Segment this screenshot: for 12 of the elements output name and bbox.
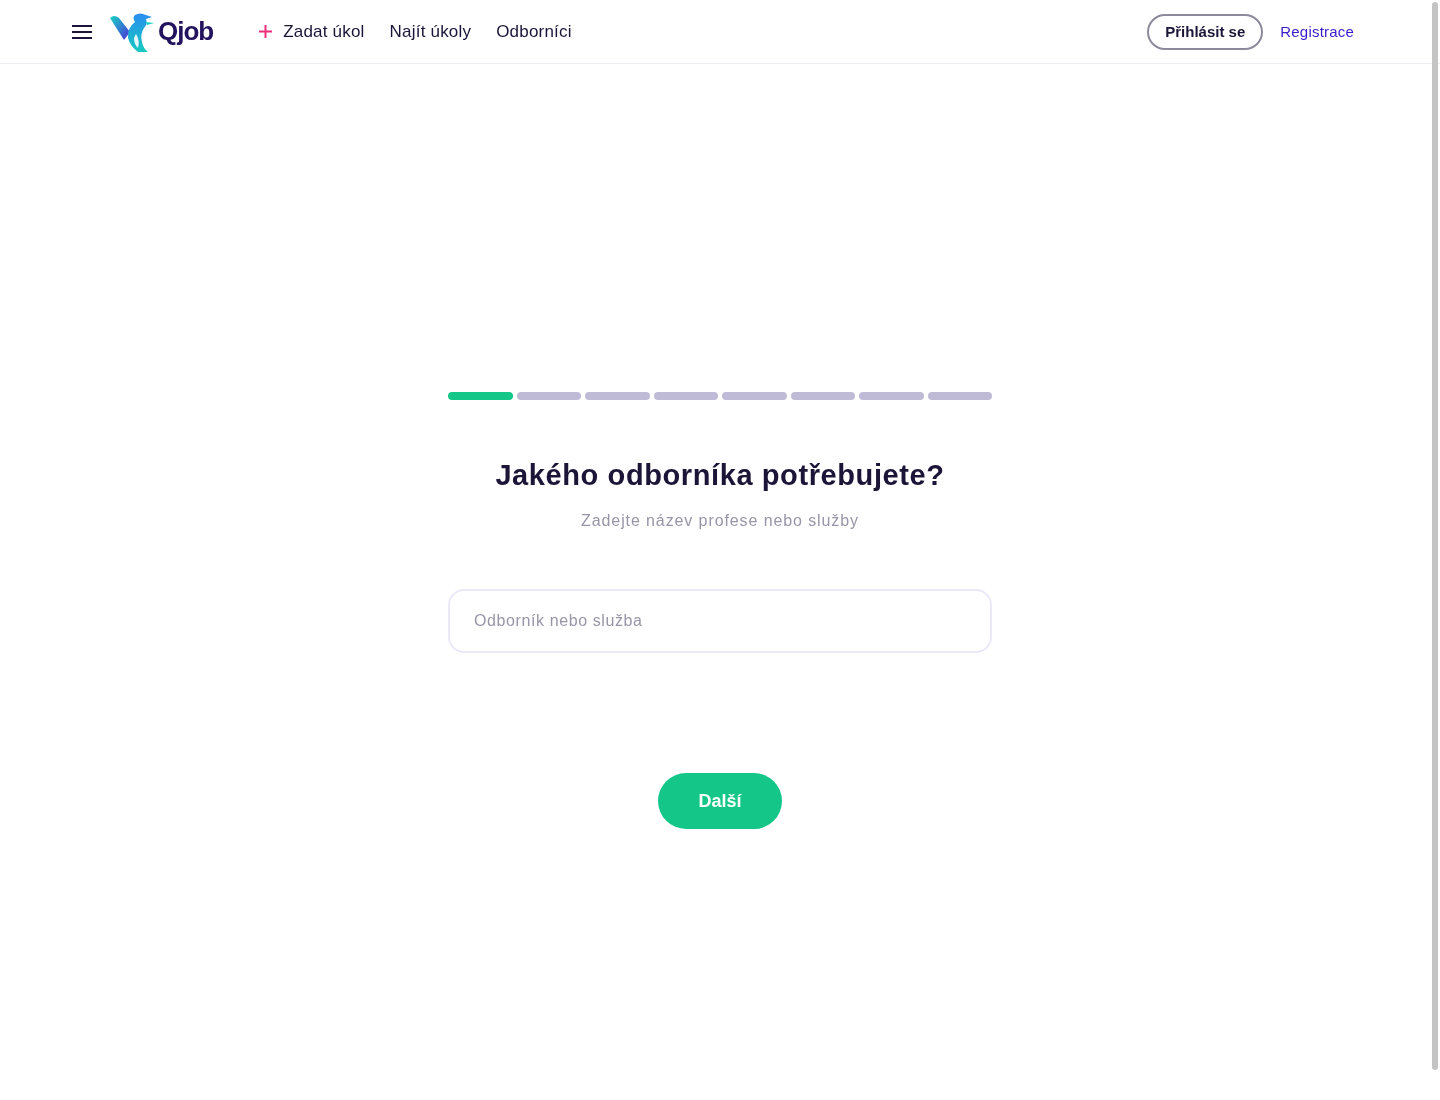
menu-icon[interactable]: [72, 24, 92, 39]
nav-link[interactable]: Zadat úkol: [259, 21, 365, 42]
register-link[interactable]: Registrace: [1280, 23, 1354, 40]
profession-input[interactable]: Odborník nebo služba: [448, 589, 992, 653]
nav-link[interactable]: Najít úkoly: [389, 21, 472, 42]
plus-icon: [259, 25, 273, 38]
login-button[interactable]: Přihlásit se: [1147, 13, 1264, 50]
nav-link[interactable]: Odborníci: [496, 21, 572, 42]
question-title: Jakého odborníka potřebujete?: [495, 458, 945, 493]
logo-link[interactable]: Qjob: [110, 11, 214, 52]
question-hint: Zadejte název profese nebo služby: [581, 511, 859, 531]
scrollbar[interactable]: [1432, 2, 1438, 1070]
